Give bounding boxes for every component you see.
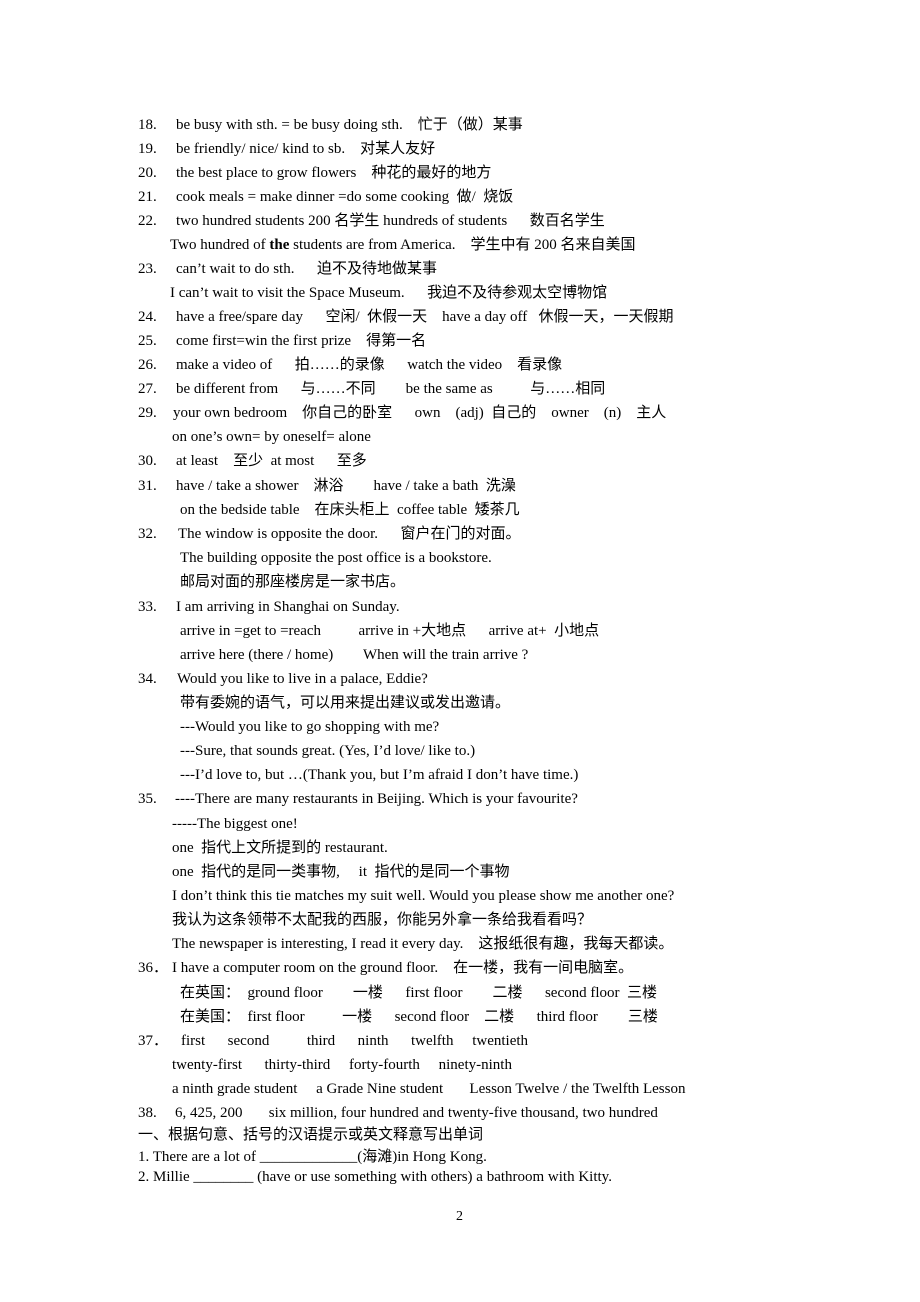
line-text: -----The biggest one! (172, 816, 298, 832)
line-text: on one’s own= by oneself= alone (172, 429, 371, 445)
item-number: 36． (138, 960, 169, 976)
line-text: make a video of 拍……的录像 watch the video 看… (176, 357, 563, 373)
line-text: twenty-first thirty-third forty-fourth n… (172, 1057, 512, 1073)
line-text: ----There are many restaurants in Beijin… (175, 791, 578, 807)
line-text: ---I’d love to, but …(Thank you, but I’m… (180, 767, 579, 783)
item-number: 19. (138, 141, 157, 157)
line-text: have / take a shower 淋浴 have / take a ba… (176, 478, 516, 494)
line-text: first second third ninth twelfth twentie… (181, 1033, 529, 1049)
line-text: 一、根据句意、括号的汉语提示或英文释意写出单词 (138, 1127, 484, 1143)
line-text: be different from 与……不同 be the same as 与… (176, 381, 606, 397)
bold-word: the (269, 237, 290, 253)
page-number: 2 (456, 1209, 463, 1224)
line-text: The window is opposite the door. 窗户在门的对面… (178, 526, 521, 542)
line-text: 1. There are a lot of _____________(海滩)i… (138, 1149, 487, 1165)
line-text: ---Sure, that sounds great. (Yes, I’d lo… (180, 743, 476, 759)
item-number: 37． (138, 1033, 169, 1049)
item-number: 20. (138, 165, 157, 181)
item-number: 30. (138, 453, 157, 469)
line-text: at least 至少 at most 至多 (176, 453, 367, 469)
item-number: 31. (138, 478, 157, 494)
item-number: 25. (138, 333, 157, 349)
line-text: 带有委婉的语气，可以用来提出建议或发出邀请。 (180, 695, 511, 711)
item-number: 23. (138, 261, 157, 277)
item-number: 35. (138, 791, 157, 807)
item-number: 32. (138, 526, 157, 542)
line-text: I don’t think this tie matches my suit w… (172, 888, 675, 904)
line-text: The building opposite the post office is… (180, 550, 492, 566)
line-text: a ninth grade student a Grade Nine stude… (172, 1081, 686, 1097)
line-text: be busy with sth. = be busy doing sth. 忙… (176, 117, 523, 133)
line-text: your own bedroom 你自己的卧室 own (adj) 自己的 ow… (173, 405, 667, 421)
line-text: two hundred students 200 名学生 hundreds of… (176, 213, 605, 229)
line-text: Two hundred of the students are from Ame… (170, 236, 636, 254)
item-number: 26. (138, 357, 157, 373)
line-text: 2. Millie ________ (have or use somethin… (138, 1169, 612, 1185)
line-text: 6, 425, 200 six million, four hundred an… (175, 1105, 658, 1121)
line-text-part: students are from America. 学生中有 200 名来自美… (289, 237, 636, 253)
item-number: 27. (138, 381, 157, 397)
item-number: 34. (138, 671, 157, 687)
line-text: on the bedside table 在床头柜上 coffee table … (180, 502, 520, 518)
line-text: one 指代的是同一类事物, it 指代的是同一个事物 (172, 864, 510, 880)
item-number: 33. (138, 599, 157, 615)
item-number: 21. (138, 189, 157, 205)
item-number: 18. (138, 117, 157, 133)
line-text-part: Two hundred of (170, 237, 270, 253)
line-text: 我认为这条领带不太配我的西服，你能另外拿一条给我看看吗？ (172, 912, 593, 928)
line-text: 邮局对面的那座楼房是一家书店。 (180, 574, 406, 590)
line-text: come first=win the first prize 得第一名 (176, 333, 427, 349)
line-text: The newspaper is interesting, I read it … (172, 936, 674, 952)
item-number: 29. (138, 405, 157, 421)
line-text: Would you like to live in a palace, Eddi… (177, 671, 428, 687)
line-text: I am arriving in Shanghai on Sunday. (176, 599, 400, 615)
line-text: 在美国： first floor 一楼 second floor 二楼 thir… (180, 1009, 658, 1025)
line-text: 在英国： ground floor 一楼 first floor 二楼 seco… (180, 985, 658, 1001)
line-text: I have a computer room on the ground flo… (172, 960, 634, 976)
line-text: arrive here (there / home) When will the… (180, 647, 529, 663)
line-text: can’t wait to do sth. 迫不及待地做某事 (176, 261, 437, 277)
item-number: 38. (138, 1105, 157, 1121)
line-text: cook meals = make dinner =do some cookin… (176, 189, 514, 205)
line-text: ---Would you like to go shopping with me… (180, 719, 440, 735)
line-text: one 指代上文所提到的 restaurant. (172, 840, 388, 856)
line-text: I can’t wait to visit the Space Museum. … (170, 285, 608, 301)
line-text: the best place to grow flowers 种花的最好的地方 (176, 165, 492, 181)
line-text: arrive in =get to =reach arrive in +大地点 … (180, 623, 600, 639)
item-number: 24. (138, 309, 157, 325)
line-text: be friendly/ nice/ kind to sb. 对某人友好 (176, 141, 436, 157)
line-text: have a free/spare day 空闲/ 休假一天 have a da… (176, 309, 674, 325)
item-number: 22. (138, 213, 157, 229)
